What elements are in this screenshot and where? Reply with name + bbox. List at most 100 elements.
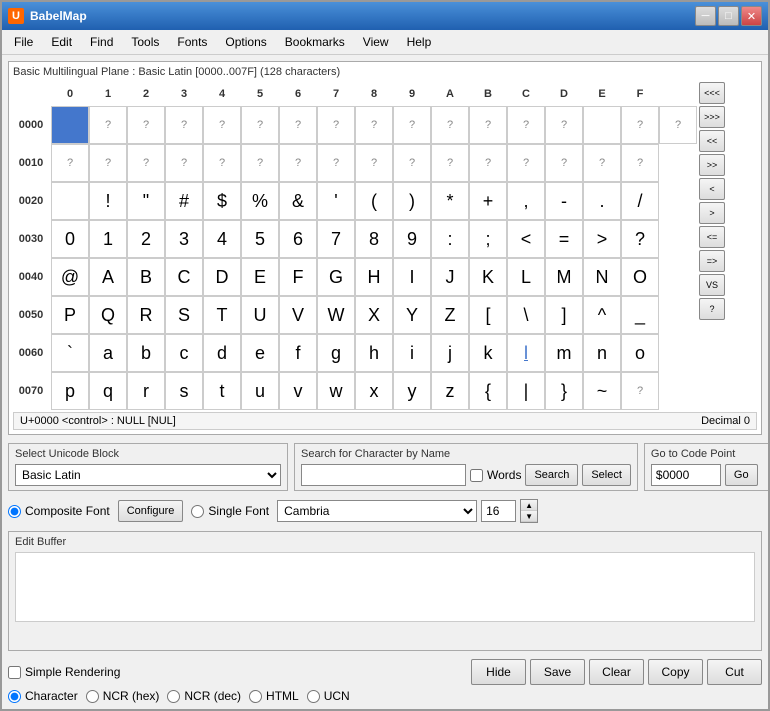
char-cell[interactable]: ? (355, 144, 393, 182)
single-font-radio[interactable] (191, 505, 204, 518)
clear-button[interactable]: Clear (589, 659, 644, 685)
char-cell[interactable]: A (89, 258, 127, 296)
char-cell[interactable]: g (317, 334, 355, 372)
char-cell[interactable]: ? (241, 106, 279, 144)
char-cell[interactable]: K (469, 258, 507, 296)
char-cell[interactable]: ? (621, 106, 659, 144)
menu-help[interactable]: Help (399, 32, 440, 52)
char-cell[interactable]: t (203, 372, 241, 410)
char-cell[interactable]: ? (507, 106, 545, 144)
char-cell[interactable]: % (241, 182, 279, 220)
ncr-hex-radio[interactable] (86, 690, 99, 703)
char-cell[interactable]: l (507, 334, 545, 372)
char-cell[interactable]: ? (431, 144, 469, 182)
char-cell[interactable]: ` (51, 334, 89, 372)
char-cell[interactable]: G (317, 258, 355, 296)
char-cell[interactable]: ? (89, 144, 127, 182)
char-cell[interactable]: ? (431, 106, 469, 144)
char-cell[interactable]: F (279, 258, 317, 296)
char-cell[interactable]: P (51, 296, 89, 334)
char-cell[interactable]: S (165, 296, 203, 334)
menu-edit[interactable]: Edit (43, 32, 80, 52)
char-cell[interactable]: o (621, 334, 659, 372)
menu-find[interactable]: Find (82, 32, 121, 52)
char-cell[interactable]: \ (507, 296, 545, 334)
font-size-up-button[interactable]: ▲ (521, 500, 537, 511)
nav-next-block-button[interactable]: >> (699, 154, 725, 176)
char-cell[interactable]: & (279, 182, 317, 220)
cut-button[interactable]: Cut (707, 659, 762, 685)
nav-first-button[interactable]: <<< (699, 82, 725, 104)
char-cell[interactable]: E (241, 258, 279, 296)
menu-options[interactable]: Options (217, 32, 274, 52)
menu-file[interactable]: File (6, 32, 41, 52)
char-cell[interactable]: W (317, 296, 355, 334)
char-cell[interactable]: V (279, 296, 317, 334)
char-cell[interactable]: c (165, 334, 203, 372)
char-cell[interactable]: h (355, 334, 393, 372)
copy-button[interactable]: Copy (648, 659, 703, 685)
nav-prev-button[interactable]: < (699, 178, 725, 200)
char-cell[interactable]: ? (203, 144, 241, 182)
char-cell[interactable]: ' (317, 182, 355, 220)
char-cell[interactable]: { (469, 372, 507, 410)
simple-rendering-checkbox[interactable] (8, 666, 21, 679)
char-cell[interactable]: ? (659, 106, 697, 144)
char-cell[interactable]: ^ (583, 296, 621, 334)
char-cell[interactable]: 4 (203, 220, 241, 258)
char-cell[interactable]: H (355, 258, 393, 296)
char-cell[interactable]: f (279, 334, 317, 372)
char-cell[interactable]: q (89, 372, 127, 410)
configure-button[interactable]: Configure (118, 500, 184, 522)
char-cell[interactable]: ? (621, 372, 659, 410)
char-cell[interactable]: ? (469, 144, 507, 182)
char-cell[interactable]: ? (583, 144, 621, 182)
char-cell[interactable]: Z (431, 296, 469, 334)
goto-button[interactable]: Go (725, 464, 758, 486)
words-checkbox[interactable] (470, 469, 483, 482)
char-cell[interactable]: ~ (583, 372, 621, 410)
char-cell[interactable]: ? (127, 144, 165, 182)
char-cell[interactable]: 1 (89, 220, 127, 258)
char-cell[interactable]: ? (355, 106, 393, 144)
char-cell[interactable]: I (393, 258, 431, 296)
char-cell[interactable]: $ (203, 182, 241, 220)
char-cell[interactable]: . (583, 182, 621, 220)
unicode-block-select[interactable]: Basic Latin (15, 464, 281, 486)
char-cell[interactable]: m (545, 334, 583, 372)
char-cell[interactable]: O (621, 258, 659, 296)
char-cell[interactable]: B (127, 258, 165, 296)
char-cell[interactable]: z (431, 372, 469, 410)
char-cell[interactable]: 2 (127, 220, 165, 258)
ucn-radio[interactable] (307, 690, 320, 703)
char-cell[interactable] (51, 182, 89, 220)
font-size-input[interactable] (481, 500, 516, 522)
close-button[interactable]: ✕ (741, 6, 762, 26)
char-cell[interactable]: [ (469, 296, 507, 334)
char-cell[interactable]: 5 (241, 220, 279, 258)
character-radio[interactable] (8, 690, 21, 703)
char-cell[interactable]: w (317, 372, 355, 410)
nav-prev-block-button[interactable]: << (699, 130, 725, 152)
ncr-dec-radio[interactable] (167, 690, 180, 703)
char-cell[interactable]: 7 (317, 220, 355, 258)
char-cell[interactable]: U (241, 296, 279, 334)
hide-button[interactable]: Hide (471, 659, 526, 685)
char-cell[interactable]: : (431, 220, 469, 258)
char-cell[interactable]: = (545, 220, 583, 258)
nav-next-special-button[interactable]: => (699, 250, 725, 272)
char-cell[interactable]: ; (469, 220, 507, 258)
char-cell[interactable]: ] (545, 296, 583, 334)
char-cell[interactable]: r (127, 372, 165, 410)
char-cell[interactable]: ? (317, 144, 355, 182)
char-cell[interactable]: | (507, 372, 545, 410)
nav-last-button[interactable]: >>> (699, 106, 725, 128)
char-cell[interactable]: < (507, 220, 545, 258)
maximize-button[interactable]: □ (718, 6, 739, 26)
char-cell[interactable]: J (431, 258, 469, 296)
nav-prev-special-button[interactable]: <= (699, 226, 725, 248)
edit-buffer-textarea[interactable] (15, 552, 755, 622)
char-cell[interactable]: j (431, 334, 469, 372)
char-cell[interactable]: ( (355, 182, 393, 220)
char-cell[interactable]: 9 (393, 220, 431, 258)
